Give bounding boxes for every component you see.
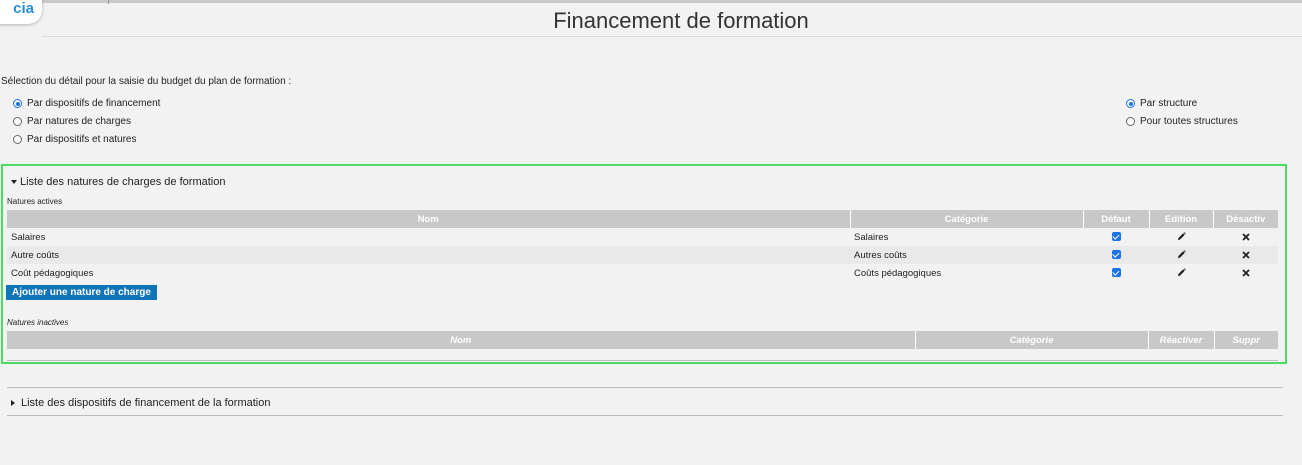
table-header-row: Nom Catégorie Réactiver Suppr [7, 331, 1278, 349]
dispositifs-bottom-rule [7, 415, 1283, 416]
cell-nom: Salaires [11, 231, 46, 243]
budget-detail-selection-label: Sélection du détail pour la saisie du bu… [1, 76, 292, 87]
radio-button[interactable] [1126, 117, 1135, 126]
radio-par-natures[interactable]: Par natures de charges [13, 116, 131, 127]
close-x-icon[interactable] [1241, 269, 1250, 277]
cell-desactiv [1213, 246, 1278, 264]
checkbox-checked-icon[interactable] [1111, 268, 1121, 278]
cell-nom: Autre coûts [7, 246, 850, 264]
top-bar-tick [108, 0, 109, 4]
natures-section-toggle[interactable]: Liste des natures de charges de formatio… [11, 176, 225, 188]
cell-categorie: Coûts pédagogiques [854, 267, 942, 279]
natures-panel-bottom-rule [7, 360, 1278, 361]
add-nature-charge-button[interactable]: Ajouter une nature de charge [6, 285, 157, 300]
column-header-categorie[interactable]: Catégorie [915, 331, 1149, 349]
cell-edition [1149, 264, 1213, 282]
radio-label: Par natures de charges [27, 116, 131, 127]
radio-label: Pour toutes structures [1140, 116, 1238, 127]
column-header-desactiv[interactable]: Désactiv [1213, 210, 1278, 228]
cell-categorie: Autres coûts [850, 246, 1083, 264]
pencil-icon[interactable] [1177, 268, 1186, 277]
column-header-edition[interactable]: Edition [1149, 210, 1214, 228]
caret-right-icon [11, 400, 15, 406]
inactive-natures-table: Nom Catégorie Réactiver Suppr [7, 331, 1278, 349]
radio-label: Par dispositifs de financement [27, 98, 161, 109]
cell-defaut [1083, 264, 1149, 282]
cell-defaut [1083, 228, 1149, 246]
column-header-categorie[interactable]: Catégorie [850, 210, 1084, 228]
checkbox-checked-icon[interactable] [1111, 232, 1121, 242]
column-header-nom[interactable]: Nom [7, 210, 851, 228]
column-header-nom[interactable]: Nom [7, 331, 916, 349]
radio-button[interactable] [13, 117, 22, 126]
radio-par-structure[interactable]: Par structure [1126, 98, 1197, 109]
close-x-icon[interactable] [1241, 251, 1250, 259]
radio-button-selected[interactable] [1126, 99, 1135, 108]
column-header-suppr[interactable]: Suppr [1214, 331, 1278, 349]
page-title: Financement de formation [553, 8, 809, 33]
pencil-icon[interactable] [1177, 250, 1186, 259]
radio-pour-toutes-structures[interactable]: Pour toutes structures [1126, 116, 1238, 127]
dispositifs-section-toggle[interactable]: Liste des dispositifs de financement de … [11, 397, 270, 409]
cell-defaut [1083, 246, 1149, 264]
checkbox-checked-icon[interactable] [1111, 250, 1121, 260]
pencil-icon[interactable] [1177, 232, 1186, 241]
caret-down-icon [11, 180, 17, 184]
radio-label: Par dispositifs et natures [27, 134, 137, 145]
table-row: Coût pédagogiques Coûts pédagogiques [7, 264, 1278, 282]
radio-label: Par structure [1140, 98, 1198, 109]
cell-desactiv [1213, 264, 1278, 282]
natures-section-title: Liste des natures de charges de formatio… [20, 176, 226, 188]
dispositifs-section-title: Liste des dispositifs de financement de … [21, 397, 271, 409]
natures-actives-label: Natures actives [7, 197, 63, 206]
cell-edition [1149, 228, 1213, 246]
top-bar [0, 0, 1302, 3]
radio-par-dispositifs[interactable]: Par dispositifs de financement [13, 98, 160, 109]
close-x-icon[interactable] [1241, 233, 1250, 241]
radio-par-dispositifs-et-natures[interactable]: Par dispositifs et natures [13, 134, 137, 145]
column-header-defaut[interactable]: Défaut [1083, 210, 1150, 228]
dispositifs-top-rule [7, 387, 1283, 388]
table-row: Salaires Salaires [7, 228, 1278, 246]
table-header-row: Nom Catégorie Défaut Edition Désactiv [7, 210, 1278, 228]
natures-inactives-label: Natures inactives [7, 318, 69, 327]
active-natures-table: Nom Catégorie Défaut Edition Désactiv Sa… [7, 210, 1278, 282]
radio-button-selected[interactable] [13, 99, 22, 108]
title-divider [42, 36, 1302, 37]
table-row: Autre coûts Autres coûts [7, 246, 1278, 264]
cell-nom: Coût pédagogiques [11, 267, 94, 279]
cell-desactiv [1213, 228, 1278, 246]
cell-categorie: Salaires [854, 231, 889, 243]
column-header-reactiver[interactable]: Réactiver [1148, 331, 1215, 349]
radio-button[interactable] [13, 135, 22, 144]
cell-edition [1149, 246, 1213, 264]
